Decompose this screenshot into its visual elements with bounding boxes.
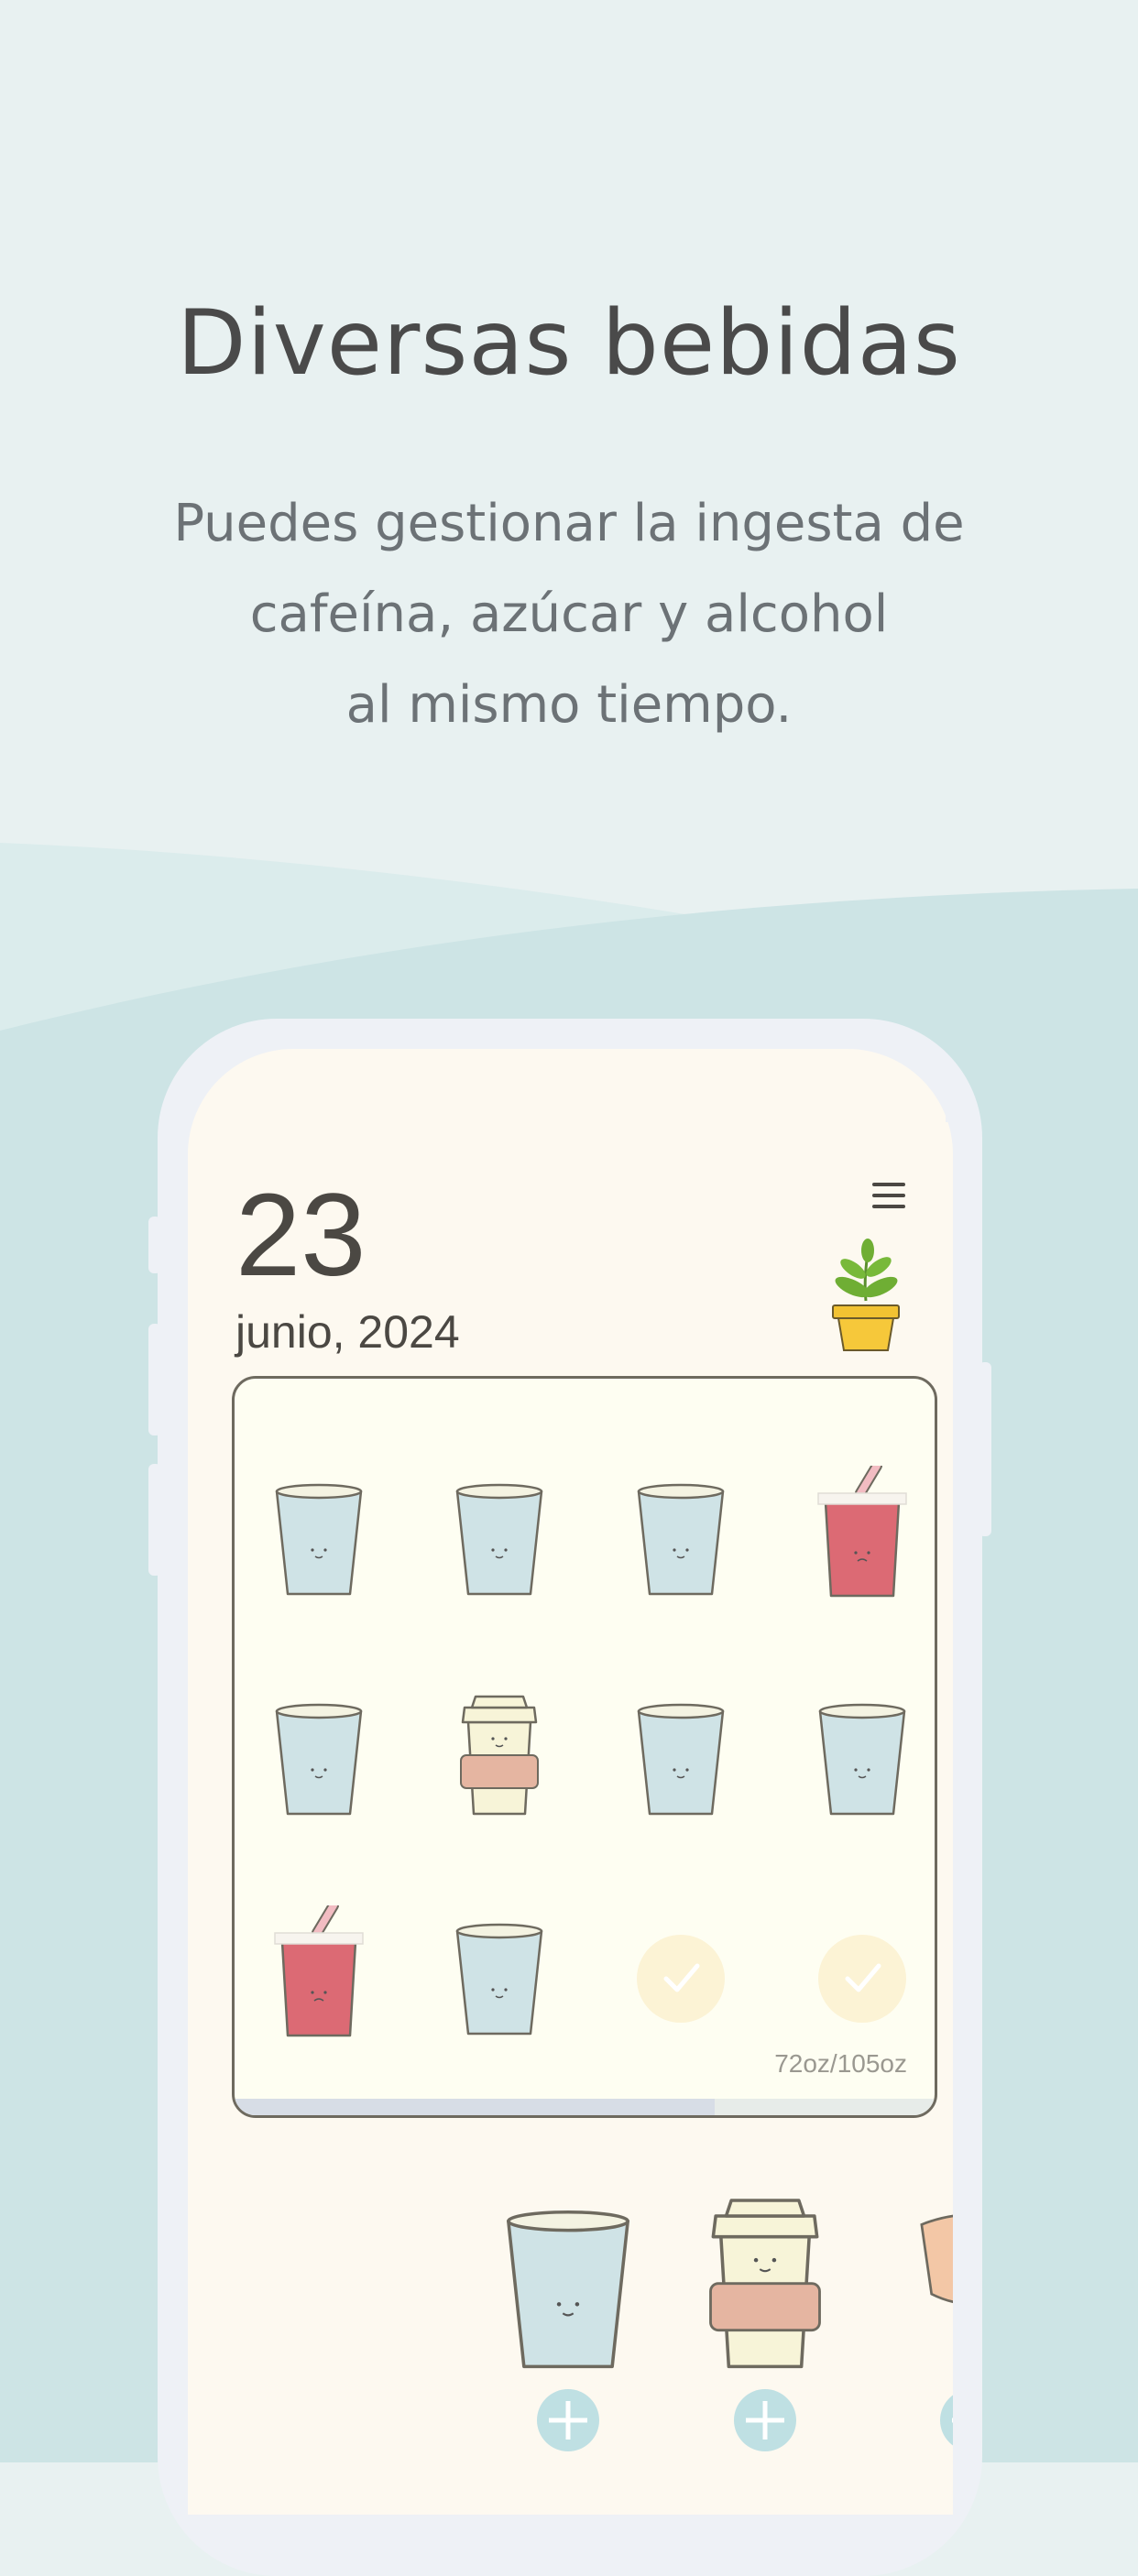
water-cup-icon[interactable] xyxy=(626,1686,736,1823)
juice-drink-option[interactable] xyxy=(912,2185,953,2405)
promo-subtitle: Puedes gestionar la ingesta de cafeína, … xyxy=(0,478,1138,750)
coffee-drink-option[interactable] xyxy=(687,2185,843,2405)
water-cup-icon[interactable] xyxy=(807,1686,917,1823)
phone-side-button xyxy=(979,1362,991,1536)
promo-subtitle-line: al mismo tiempo. xyxy=(345,675,793,735)
date-day: 23 xyxy=(235,1170,367,1301)
promo-subtitle-line: Puedes gestionar la ingesta de xyxy=(173,494,965,553)
phone-side-button xyxy=(148,1324,161,1435)
water-drink-option[interactable] xyxy=(490,2185,646,2405)
water-cup-icon[interactable] xyxy=(444,1905,554,2043)
water-cup-icon[interactable] xyxy=(626,1466,736,1603)
phone-side-button xyxy=(148,1464,161,1576)
plus-icon[interactable] xyxy=(734,2389,796,2451)
goal-check-icon[interactable] xyxy=(807,1905,917,2043)
promo-subtitle-line: cafeína, azúcar y alcohol xyxy=(249,584,889,644)
hamburger-menu-icon[interactable] xyxy=(872,1183,905,1214)
potted-plant-icon[interactable] xyxy=(820,1237,912,1356)
coffee-cup-icon[interactable] xyxy=(444,1686,554,1823)
water-cup-icon[interactable] xyxy=(264,1466,374,1603)
water-cup-icon[interactable] xyxy=(264,1686,374,1823)
progress-text: 72oz/105oz xyxy=(774,2049,907,2078)
progress-bar-fill xyxy=(235,2099,716,2115)
screen-edge xyxy=(946,1049,953,1122)
plus-icon[interactable] xyxy=(537,2389,599,2451)
drink-picker xyxy=(188,2185,953,2515)
goal-check-icon[interactable] xyxy=(626,1905,736,2043)
soda-cup-icon[interactable] xyxy=(807,1460,917,1603)
promo-title: Diversas bebidas xyxy=(177,291,961,396)
date-month-year: junio, 2024 xyxy=(235,1306,460,1358)
phone-side-button xyxy=(148,1217,161,1273)
water-cup-icon[interactable] xyxy=(444,1466,554,1603)
daily-cup-grid: 72oz/105oz xyxy=(232,1376,937,2118)
soda-cup-icon[interactable] xyxy=(264,1900,374,2043)
app-screen: 23 junio, 2024 72oz/105oz xyxy=(188,1049,953,2515)
progress-bar xyxy=(235,2099,935,2115)
